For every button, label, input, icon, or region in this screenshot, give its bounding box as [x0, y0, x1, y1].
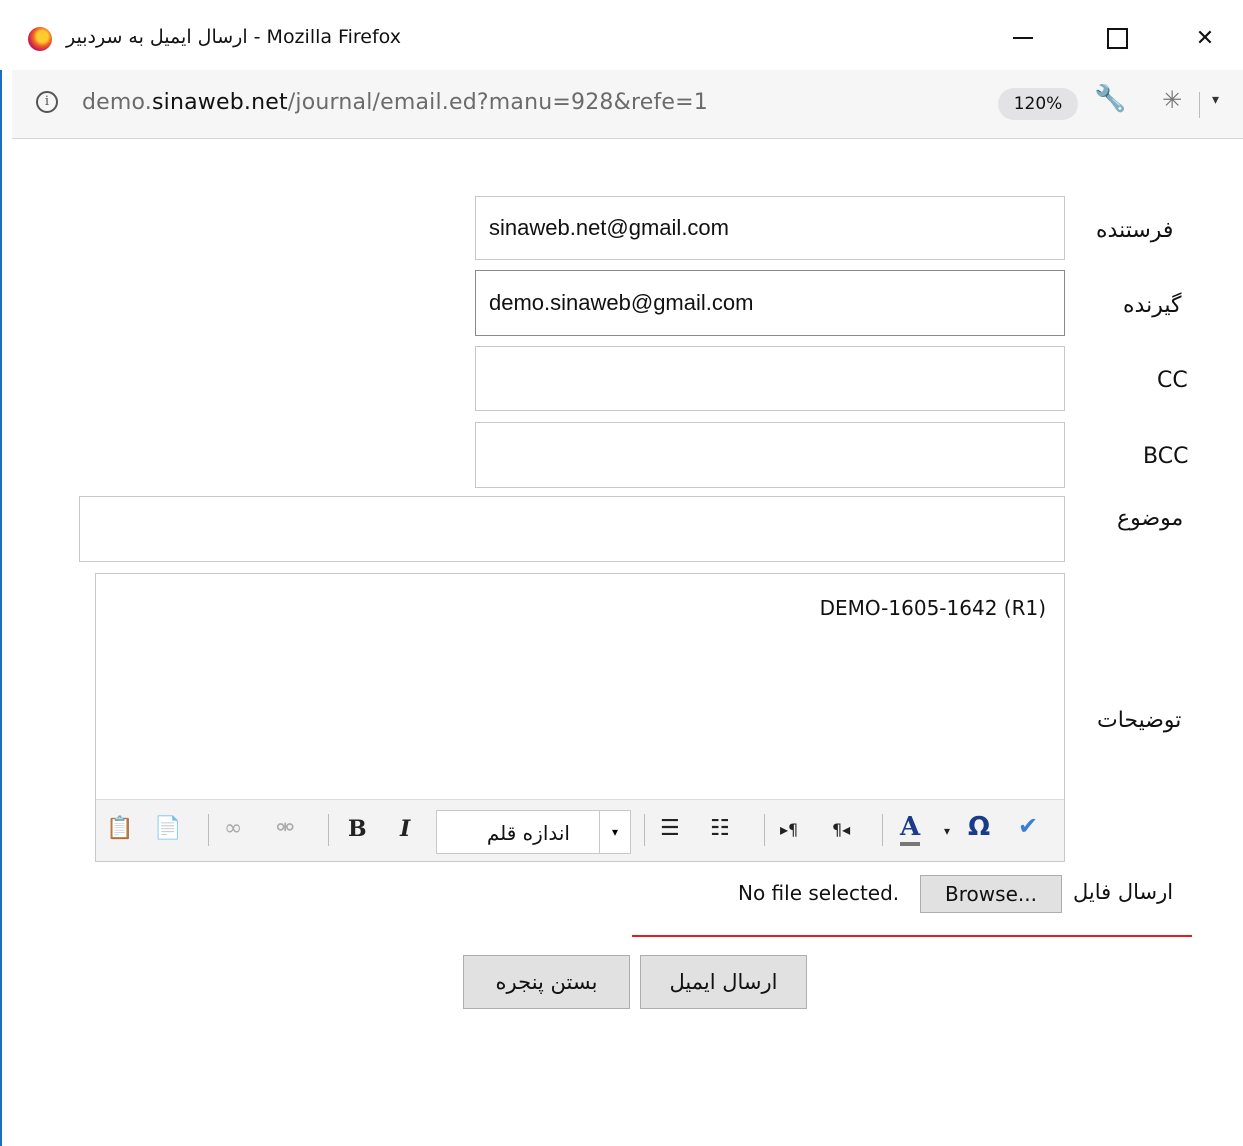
numbered-list-icon[interactable]: ☷ — [710, 816, 730, 841]
url-text[interactable]: demo.sinaweb.net/journal/email.ed?manu=9… — [82, 90, 708, 115]
divider-line — [632, 935, 1192, 937]
font-size-select[interactable]: اندازه قلم ▾ — [436, 810, 631, 854]
paste-text-icon[interactable]: 📋 — [106, 816, 133, 841]
close-icon: ✕ — [1195, 25, 1215, 51]
firefox-logo-icon — [28, 27, 52, 51]
chevron-down-icon[interactable]: ▾ — [944, 824, 950, 838]
url-host-prefix: demo. — [82, 90, 152, 115]
ltr-direction-icon[interactable]: ▸¶ — [780, 820, 798, 839]
description-label: توضیحات — [1097, 708, 1182, 733]
toolbar-separator — [328, 814, 329, 846]
no-file-text: No file selected. — [738, 881, 900, 905]
description-editor[interactable]: DEMO-1605-1642 (R1) 📋 📄 ∞ ⚮ B I اندازه ق… — [95, 573, 1065, 862]
spellcheck-icon[interactable]: ✔ — [1018, 812, 1038, 840]
bcc-label: BCC — [1143, 444, 1189, 469]
maximize-button[interactable] — [1094, 18, 1140, 58]
sender-field[interactable]: sinaweb.net@gmail.com — [475, 196, 1065, 260]
subject-field[interactable] — [79, 496, 1065, 562]
url-host: sinaweb.net — [152, 90, 288, 115]
special-character-icon[interactable]: Ω — [968, 812, 990, 842]
link-icon[interactable]: ∞ — [224, 816, 242, 841]
bold-button[interactable]: B — [348, 816, 367, 842]
toolbar-separator — [208, 814, 209, 846]
toolbar-separator — [644, 814, 645, 846]
close-window-form-button[interactable]: بستن پنجره — [463, 955, 630, 1009]
sender-label: فرستنده — [1096, 218, 1174, 243]
window-title: ارسال ایمیل به سردبیر - Mozilla Firefox — [66, 26, 401, 48]
paste-word-icon[interactable]: 📄 — [154, 816, 181, 841]
bcc-field[interactable] — [475, 422, 1065, 488]
zoom-level-badge[interactable]: 120% — [998, 88, 1078, 120]
rtl-direction-icon[interactable]: ¶◂ — [832, 820, 850, 839]
minimize-icon — [1013, 37, 1033, 39]
recipient-field[interactable]: demo.sinaweb@gmail.com — [475, 270, 1065, 336]
font-color-icon[interactable]: A — [900, 812, 921, 846]
extension-icon[interactable]: ✳ — [1162, 86, 1182, 114]
chevron-down-icon[interactable]: ▾ — [599, 811, 630, 853]
recipient-label: گیرنده — [1123, 293, 1182, 318]
subject-label: موضوع — [1117, 506, 1184, 531]
maximize-icon — [1106, 27, 1128, 49]
send-email-button[interactable]: ارسال ایمیل — [640, 955, 807, 1009]
cc-field[interactable] — [475, 346, 1065, 411]
minimize-button[interactable] — [1000, 18, 1046, 58]
info-icon[interactable]: i — [36, 91, 58, 113]
browse-button[interactable]: Browse... — [920, 875, 1062, 913]
font-size-select-label: اندازه قلم — [486, 821, 570, 845]
editor-content[interactable]: DEMO-1605-1642 (R1) — [820, 596, 1046, 620]
editor-toolbar: 📋 📄 ∞ ⚮ B I اندازه قلم ▾ ☰ ☷ ▸¶ ¶◂ A ▾ Ω… — [96, 799, 1064, 861]
address-bar[interactable]: i demo.sinaweb.net/journal/email.ed?manu… — [12, 70, 1243, 139]
title-bar: ارسال ایمیل به سردبیر - Mozilla Firefox … — [0, 0, 1243, 70]
toolbar-divider — [1199, 92, 1200, 118]
attach-label: ارسال فایل — [1073, 880, 1174, 904]
bullet-list-icon[interactable]: ☰ — [660, 816, 680, 841]
unlink-icon[interactable]: ⚮ — [276, 816, 294, 841]
wrench-icon[interactable]: 🔧 — [1094, 84, 1126, 114]
italic-button[interactable]: I — [400, 816, 410, 842]
close-window-button[interactable]: ✕ — [1182, 18, 1228, 58]
toolbar-separator — [882, 814, 883, 846]
cc-label: CC — [1157, 368, 1188, 393]
chevron-down-icon[interactable]: ▾ — [1212, 92, 1219, 108]
toolbar-separator — [764, 814, 765, 846]
url-path: /journal/email.ed?manu=928&refe=1 — [287, 90, 708, 115]
